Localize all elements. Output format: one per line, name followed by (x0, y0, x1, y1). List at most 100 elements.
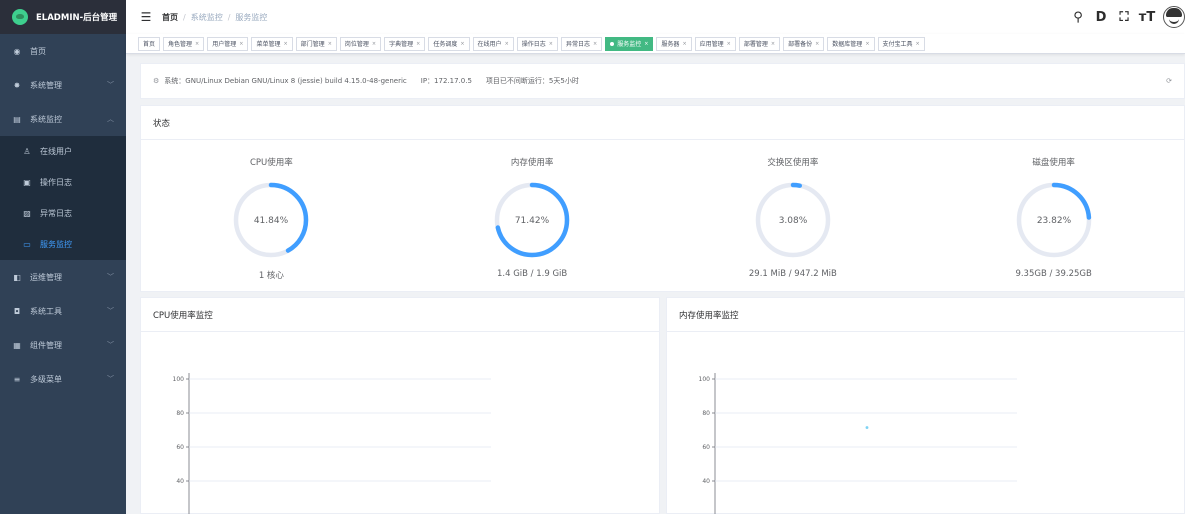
tag-item[interactable]: 操作日志 × (516, 36, 558, 51)
breadcrumb-separator: / (183, 12, 186, 22)
sidebar-item-label: 系统管理 (30, 80, 62, 90)
y-tick-label: 80 (702, 410, 710, 417)
tag-item[interactable]: 任务调度 × (428, 36, 470, 51)
tag-item[interactable]: 菜单管理 × (251, 36, 293, 51)
y-tick-label: 80 (176, 410, 184, 417)
sidebar-item-tools[interactable]: ◘ 系统工具 ﹀ (0, 294, 126, 328)
breadcrumb-separator: / (227, 12, 231, 22)
breadcrumb-home[interactable]: 首页 (162, 12, 178, 23)
close-icon[interactable]: × (328, 41, 332, 47)
close-icon[interactable]: × (195, 41, 199, 47)
close-icon[interactable]: × (460, 41, 464, 47)
breadcrumb-current: 服务监控 (235, 12, 268, 22)
uptime-info: 项目已不间断运行：5天5小时 (485, 77, 579, 85)
chevron-down-icon: ﹀ (107, 307, 114, 315)
tag-item[interactable]: 数据库管理 × (827, 36, 875, 51)
right-menu: ⚲ D ⛶ тT (1065, 0, 1185, 34)
logo[interactable]: ELADMIN-后台管理 (0, 0, 126, 34)
close-icon[interactable]: × (644, 41, 648, 47)
close-icon[interactable]: × (771, 41, 775, 47)
tag-item[interactable]: 岗位管理 × (339, 36, 382, 51)
grid-icon: ▦ (13, 340, 21, 350)
sidebar-item-label: 操作日志 (40, 178, 72, 187)
close-icon[interactable]: × (682, 41, 686, 47)
app-title: ELADMIN-后台管理 (36, 13, 118, 23)
tag-item[interactable]: 部署备份 × (783, 36, 825, 51)
sidebar-item-multilevel[interactable]: ≡ 多级菜单 ﹀ (0, 362, 126, 396)
tag-item[interactable]: 服务监控 × (605, 36, 654, 51)
system-info: 系统：GNU/Linux Debian GNU/Linux 8 (jessie)… (164, 77, 407, 85)
gauge-title: CPU使用率 (249, 158, 293, 168)
cpu-chart: 100 80 60 40 (173, 373, 491, 514)
y-tick-label: 60 (702, 444, 710, 451)
refresh-icon[interactable]: ⟳ (1166, 77, 1172, 85)
close-icon[interactable]: × (505, 41, 509, 47)
chevron-down-icon: ﹀ (107, 81, 114, 89)
tag-label: 服务监控 (617, 41, 642, 48)
sidebar-item-system[interactable]: ✸ 系统管理 ﹀ (0, 68, 126, 102)
tag-label: 应用管理 (699, 41, 724, 48)
tag-item[interactable]: 应用管理 × (694, 36, 736, 51)
gear-icon: ✸ (13, 80, 21, 90)
y-tick-label: 100 (699, 376, 711, 383)
fullscreen-icon[interactable]: ⛶ (1114, 10, 1134, 25)
sidebar-item-ops[interactable]: ◧ 运维管理 ﹀ (0, 260, 126, 294)
tag-item[interactable]: 首页 (138, 36, 161, 51)
tag-item[interactable]: 服务器 × (656, 36, 692, 51)
log-icon: ▣ (23, 178, 31, 187)
tag-item[interactable]: 角色管理 × (163, 36, 205, 51)
tag-item[interactable]: 用户管理 × (207, 36, 249, 51)
sidebar-item-label: 在线用户 (40, 147, 72, 156)
gauges: CPU使用率 41.84% 1 核心 内存使用率 71.42% 1.4 GiB … (141, 140, 1184, 293)
avatar[interactable] (1163, 6, 1185, 28)
docs-icon[interactable]: D (1091, 10, 1111, 25)
close-icon[interactable]: × (916, 41, 920, 47)
chevron-down-icon: ﹀ (107, 341, 114, 349)
close-icon[interactable]: × (416, 41, 420, 47)
close-icon[interactable]: × (372, 41, 376, 47)
gauge-title: 交换区使用率 (767, 158, 819, 168)
sidebar-item-online-users[interactable]: ♙ 在线用户 (0, 136, 126, 167)
tag-label: 用户管理 (212, 41, 237, 48)
search-icon[interactable]: ⚲ (1068, 10, 1088, 25)
cpu-monitor-title: CPU使用率监控 (141, 298, 659, 332)
tag-label: 部署备份 (788, 41, 813, 48)
tag-item[interactable]: 部门管理 × (295, 36, 337, 51)
gauge-sub: 29.1 MiB / 947.2 MiB (748, 269, 837, 279)
sidebar-item-components[interactable]: ▦ 组件管理 ﹀ (0, 328, 126, 362)
close-icon[interactable]: × (283, 41, 287, 47)
tag-label: 岗位管理 (344, 41, 369, 48)
sidebar-item-monitor[interactable]: ▤ 系统监控 ︿ (0, 102, 126, 136)
close-icon[interactable]: × (239, 41, 243, 47)
sidebar-item-error-log[interactable]: ▨ 异常日志 (0, 198, 126, 229)
y-tick-label: 40 (702, 478, 710, 485)
close-icon[interactable]: × (815, 41, 819, 47)
status-title: 状态 (141, 106, 1184, 140)
memory-chart: 100 80 60 40 (699, 373, 1017, 514)
sidebar: ELADMIN-后台管理 ◉ 首页 ✸ 系统管理 ﹀ ▤ 系统监控 ︿ ♙ 在线… (0, 0, 126, 514)
data-point (865, 426, 869, 429)
tag-item[interactable]: 异常日志 × (560, 36, 603, 51)
breadcrumb-monitor[interactable]: 系统监控 (191, 12, 223, 23)
tag-item[interactable]: 字典管理 × (384, 36, 426, 51)
hamburger-icon[interactable]: ☰ (134, 10, 158, 24)
monitor-icon: ▤ (13, 114, 21, 124)
tag-item[interactable]: 部署管理 × (738, 36, 781, 51)
close-icon[interactable]: × (865, 41, 869, 47)
tag-label: 异常日志 (565, 41, 590, 48)
sidebar-item-label: 多级菜单 (30, 374, 62, 384)
sidebar-item-label: 系统监控 (30, 114, 62, 124)
sidebar-item-label: 异常日志 (40, 209, 72, 218)
gauge-title: 磁盘使用率 (1032, 158, 1075, 168)
chevron-up-icon: ︿ (107, 115, 114, 123)
sidebar-item-service-monitor[interactable]: ▭ 服务监控 (0, 229, 126, 260)
sidebar-item-home[interactable]: ◉ 首页 (0, 34, 126, 68)
sidebar-item-operation-log[interactable]: ▣ 操作日志 (0, 167, 126, 198)
close-icon[interactable]: × (593, 41, 597, 47)
close-icon[interactable]: × (549, 41, 553, 47)
close-icon[interactable]: × (727, 41, 731, 47)
size-icon[interactable]: тT (1137, 10, 1157, 25)
tag-item[interactable]: 支付宝工具 × (877, 36, 925, 51)
gauge-sub: 9.35GB / 39.25GB (1015, 269, 1092, 279)
tag-item[interactable]: 在线用户 × (472, 36, 514, 51)
